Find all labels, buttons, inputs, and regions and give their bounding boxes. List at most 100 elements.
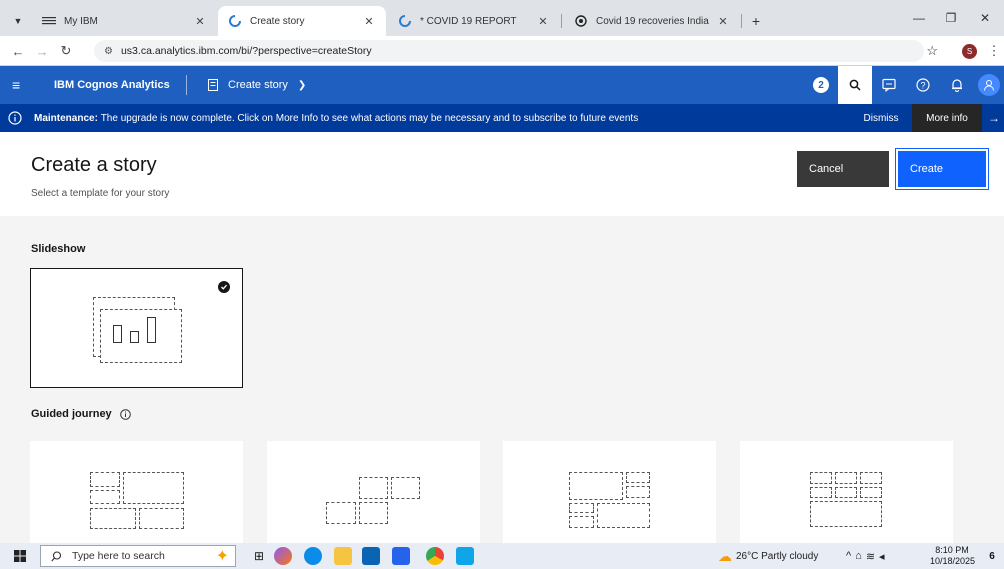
- outlook-icon[interactable]: [362, 547, 380, 565]
- layout-block: [835, 487, 857, 498]
- close-window-icon[interactable]: ✕: [970, 6, 1000, 30]
- close-icon[interactable]: ✕: [193, 15, 207, 28]
- info-icon[interactable]: [119, 408, 131, 420]
- product-name: IBM Cognos Analytics: [54, 79, 170, 91]
- view-switcher[interactable]: Create story ❯: [208, 66, 306, 104]
- minimize-icon[interactable]: —: [904, 6, 934, 30]
- chevron-up-icon[interactable]: ^: [846, 550, 855, 562]
- template-card-guided-3[interactable]: [503, 441, 716, 543]
- help-icon[interactable]: ?: [906, 66, 940, 104]
- layout-block: [90, 472, 120, 487]
- layout-block: [626, 486, 650, 498]
- back-arrow-icon[interactable]: ←: [8, 41, 28, 61]
- weather-widget[interactable]: ☁ 26°C Partly cloudy: [718, 543, 818, 569]
- template-card-slideshow[interactable]: [30, 268, 243, 388]
- layout-block: [139, 508, 184, 529]
- section-title-slideshow: Slideshow: [31, 243, 86, 255]
- more-info-button[interactable]: More info: [912, 104, 982, 132]
- checkmark-icon: [218, 281, 230, 293]
- search-icon: [849, 79, 861, 91]
- bell-icon[interactable]: [940, 66, 974, 104]
- volume-icon[interactable]: ◂: [879, 550, 889, 563]
- notifications-count[interactable]: 2: [804, 66, 838, 104]
- user-icon: [978, 74, 1000, 96]
- layout-block: [597, 503, 650, 528]
- wifi-icon[interactable]: ≋: [866, 550, 879, 563]
- template-card-guided-4[interactable]: [740, 441, 953, 543]
- banner-message: Maintenance: The upgrade is now complete…: [34, 104, 638, 132]
- forward-arrow-icon[interactable]: →: [32, 41, 52, 61]
- section-title-guided-journey: Guided journey: [31, 408, 131, 420]
- layout-block: [569, 503, 594, 513]
- layout-block: [810, 472, 832, 484]
- app-icon[interactable]: [392, 547, 410, 565]
- layout-block: [860, 472, 882, 484]
- search-button[interactable]: [838, 66, 872, 104]
- page-header: Create a story Select a template for you…: [0, 132, 1004, 216]
- chevron-down-icon: ❯: [297, 79, 307, 91]
- user-profile-button[interactable]: [974, 66, 1004, 104]
- tab-search-dropdown[interactable]: ▼: [6, 6, 30, 36]
- layout-block: [810, 501, 882, 527]
- weather-icon: ☁: [718, 547, 732, 564]
- address-bar-row: ← → ↻ ⚙ us3.ca.analytics.ibm.com/bi/?per…: [0, 36, 1004, 66]
- weather-text: 26°C Partly cloudy: [736, 550, 819, 562]
- sparkle-icon: ✦: [215, 548, 229, 565]
- edge-browser-icon[interactable]: [304, 547, 322, 565]
- tab-divider: [741, 14, 742, 28]
- clock[interactable]: 8:10 PM 10/18/2025: [930, 545, 975, 567]
- new-tab-button[interactable]: +: [744, 6, 768, 36]
- network-icon[interactable]: ⌂: [855, 550, 866, 562]
- bar-thumbnail: [130, 331, 139, 343]
- search-icon: [51, 550, 62, 562]
- bar-thumbnail: [147, 317, 156, 343]
- info-icon: [8, 111, 22, 125]
- tab-covid-recoveries[interactable]: Covid 19 recoveries India ✕: [564, 6, 740, 36]
- dismiss-button[interactable]: Dismiss: [852, 104, 910, 132]
- tab-title: Create story: [250, 15, 305, 27]
- close-icon[interactable]: ✕: [716, 15, 730, 28]
- chat-icon[interactable]: [872, 66, 906, 104]
- cognos-icon: [398, 14, 412, 28]
- photos-icon[interactable]: [456, 547, 474, 565]
- hamburger-menu-icon[interactable]: ≡: [12, 66, 32, 104]
- bookmark-star-icon[interactable]: ☆: [926, 43, 938, 59]
- task-view-icon[interactable]: ⊞: [250, 547, 268, 565]
- copilot-icon[interactable]: [274, 547, 292, 565]
- arrow-right-icon[interactable]: →: [988, 111, 1000, 125]
- close-icon[interactable]: ✕: [362, 15, 376, 28]
- tab-my-ibm[interactable]: My IBM ✕: [32, 6, 217, 36]
- file-explorer-icon[interactable]: [334, 547, 352, 565]
- tab-title: Covid 19 recoveries India: [596, 15, 709, 27]
- page-subtitle: Select a template for your story: [31, 188, 170, 199]
- windows-start-icon[interactable]: [14, 550, 26, 562]
- view-name: Create story: [228, 79, 288, 91]
- url-field[interactable]: ⚙ us3.ca.analytics.ibm.com/bi/?perspecti…: [94, 40, 938, 62]
- tab-title: * COVID 19 REPORT: [420, 15, 517, 27]
- ibm-logo-icon: [42, 14, 56, 28]
- create-button[interactable]: Create: [895, 148, 989, 190]
- layout-block: [569, 516, 594, 528]
- notification-center-icon[interactable]: 6: [984, 548, 1000, 564]
- profile-avatar[interactable]: S: [962, 44, 977, 59]
- page-title: Create a story: [31, 154, 157, 176]
- taskbar-search-input[interactable]: Type here to search ✦: [40, 545, 236, 567]
- close-icon[interactable]: ✕: [536, 15, 550, 28]
- template-card-guided-2[interactable]: [267, 441, 480, 543]
- browser-menu-icon[interactable]: ⋮: [984, 41, 1004, 61]
- cancel-button[interactable]: Cancel: [797, 151, 889, 187]
- template-card-guided-1[interactable]: [30, 441, 243, 543]
- restore-icon[interactable]: ❐: [936, 6, 966, 30]
- notification-badge: 2: [813, 77, 829, 93]
- taskbar: Type here to search ✦ ⊞ ☁ 26°C Partly cl…: [0, 543, 1004, 569]
- system-tray-icons[interactable]: ^ ⌂ ≋ ◂: [846, 543, 889, 569]
- search-placeholder: Type here to search: [72, 550, 165, 562]
- reload-icon[interactable]: ↻: [56, 41, 76, 61]
- site-settings-icon[interactable]: ⚙: [104, 46, 113, 57]
- tab-covid-report[interactable]: * COVID 19 REPORT ✕: [388, 6, 560, 36]
- cognos-icon: [228, 14, 242, 28]
- layout-block: [90, 508, 136, 529]
- chrome-icon[interactable]: [426, 547, 444, 565]
- tab-create-story[interactable]: Create story ✕: [218, 6, 386, 36]
- layout-block: [835, 472, 857, 484]
